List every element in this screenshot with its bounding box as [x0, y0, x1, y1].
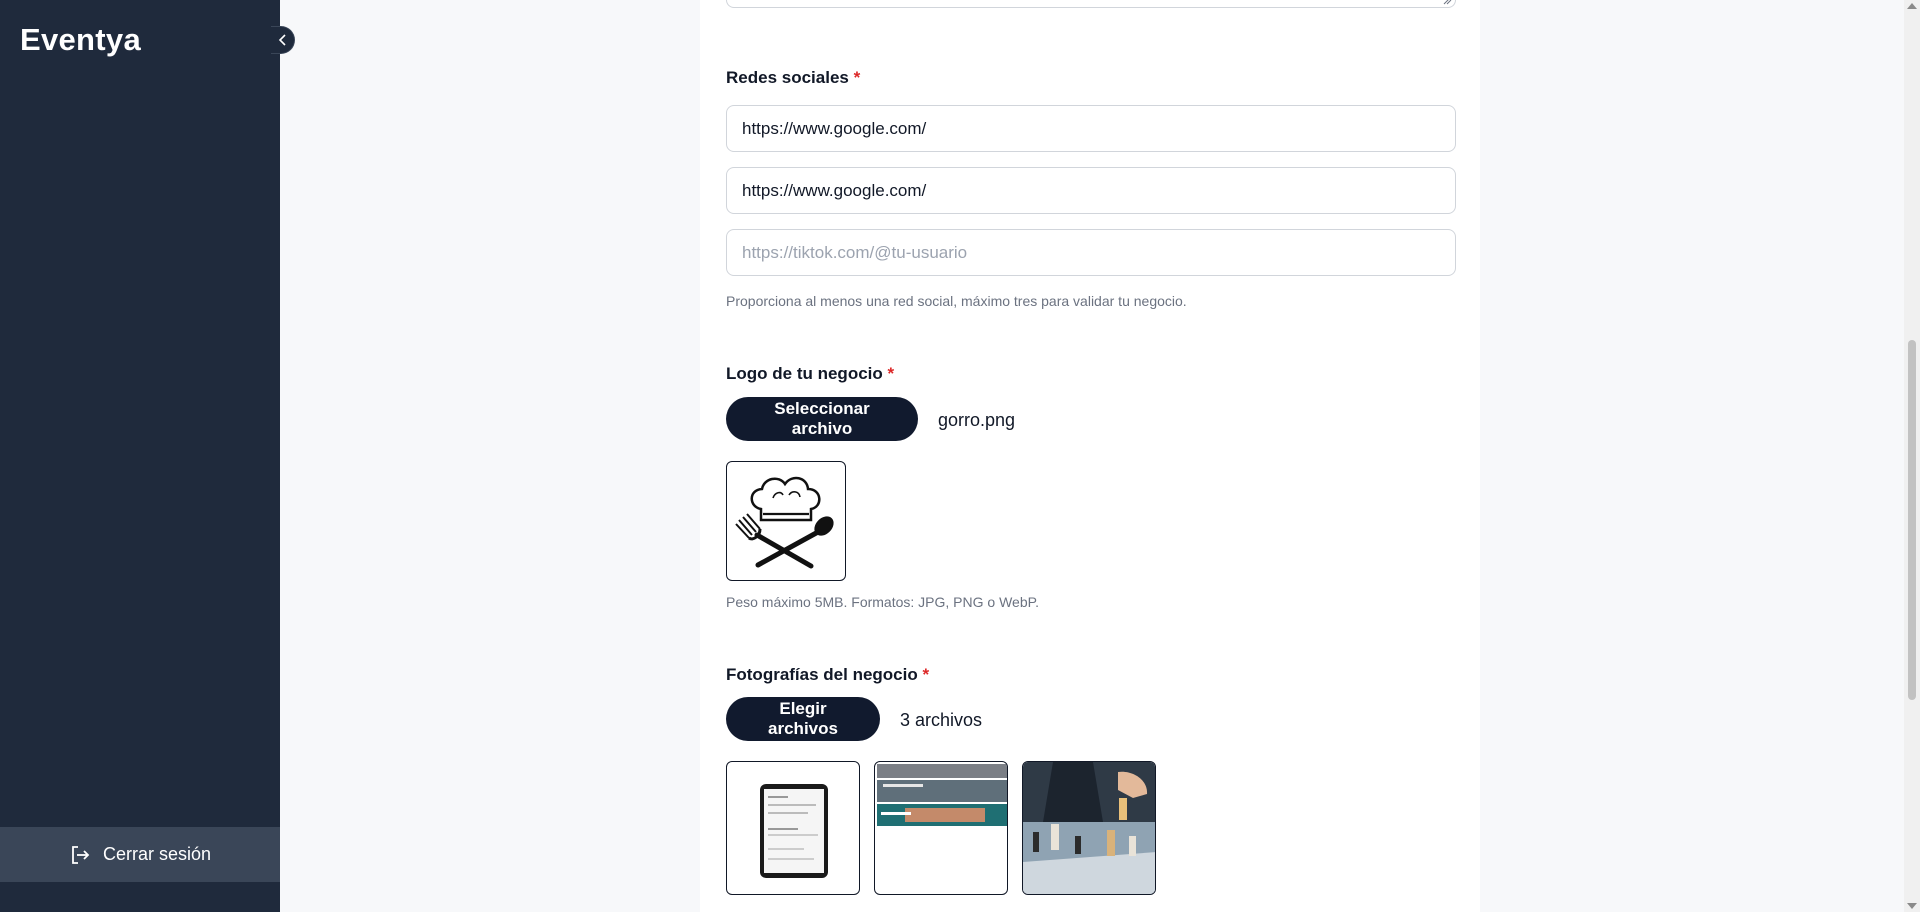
photos-label: Fotografías del negocio * — [726, 665, 930, 684]
logo-preview — [726, 461, 846, 581]
logout-button[interactable]: Cerrar sesión — [0, 827, 280, 882]
required-mark: * — [922, 665, 930, 684]
website-collage-icon — [877, 764, 1007, 826]
required-mark: * — [887, 364, 895, 383]
social-networks-label: Redes sociales * — [726, 68, 861, 87]
photos-file-count: 3 archivos — [900, 710, 983, 730]
description-textarea[interactable] — [726, 0, 1456, 8]
tablet-icon — [760, 784, 828, 878]
business-form-card: Redes sociales * Proporciona al menos un… — [700, 0, 1480, 912]
social-help-text: Proporciona al menos una red social, máx… — [726, 293, 1187, 309]
required-mark: * — [853, 68, 861, 87]
chess-photo-icon — [1023, 762, 1155, 894]
select-logo-file-button[interactable]: Seleccionar archivo — [726, 397, 918, 441]
logo-file-name: gorro.png — [938, 410, 1016, 430]
logout-icon — [72, 845, 90, 864]
brand-logo: Eventya — [20, 22, 141, 57]
social-input-1[interactable] — [726, 105, 1456, 152]
tablet-screenshot-thumbnail[interactable] — [726, 761, 860, 895]
logout-label: Cerrar sesión — [102, 844, 212, 864]
scroll-up-arrow-icon[interactable] — [1907, 3, 1917, 9]
event-website-thumbnail[interactable] — [874, 761, 1008, 895]
choose-photos-button[interactable]: Elegir archivos — [726, 697, 880, 741]
scroll-thumb[interactable] — [1908, 340, 1916, 700]
page-scrollbar[interactable] — [1904, 0, 1920, 912]
chef-hat-utensils-icon — [735, 476, 834, 569]
sidebar: Eventya Cerrar sesión — [0, 0, 295, 912]
sidebar-collapse-button[interactable] — [271, 26, 295, 54]
social-input-3[interactable] — [726, 229, 1456, 276]
chevron-left-icon — [278, 34, 286, 46]
scroll-down-arrow-icon[interactable] — [1907, 903, 1917, 909]
logo-help-text: Peso máximo 5MB. Formatos: JPG, PNG o We… — [726, 594, 1040, 610]
chess-hand-photo-thumbnail[interactable] — [1022, 761, 1156, 895]
resize-handle-icon[interactable] — [1443, 0, 1452, 5]
logo-label: Logo de tu negocio * — [726, 364, 895, 383]
social-input-2[interactable] — [726, 167, 1456, 214]
